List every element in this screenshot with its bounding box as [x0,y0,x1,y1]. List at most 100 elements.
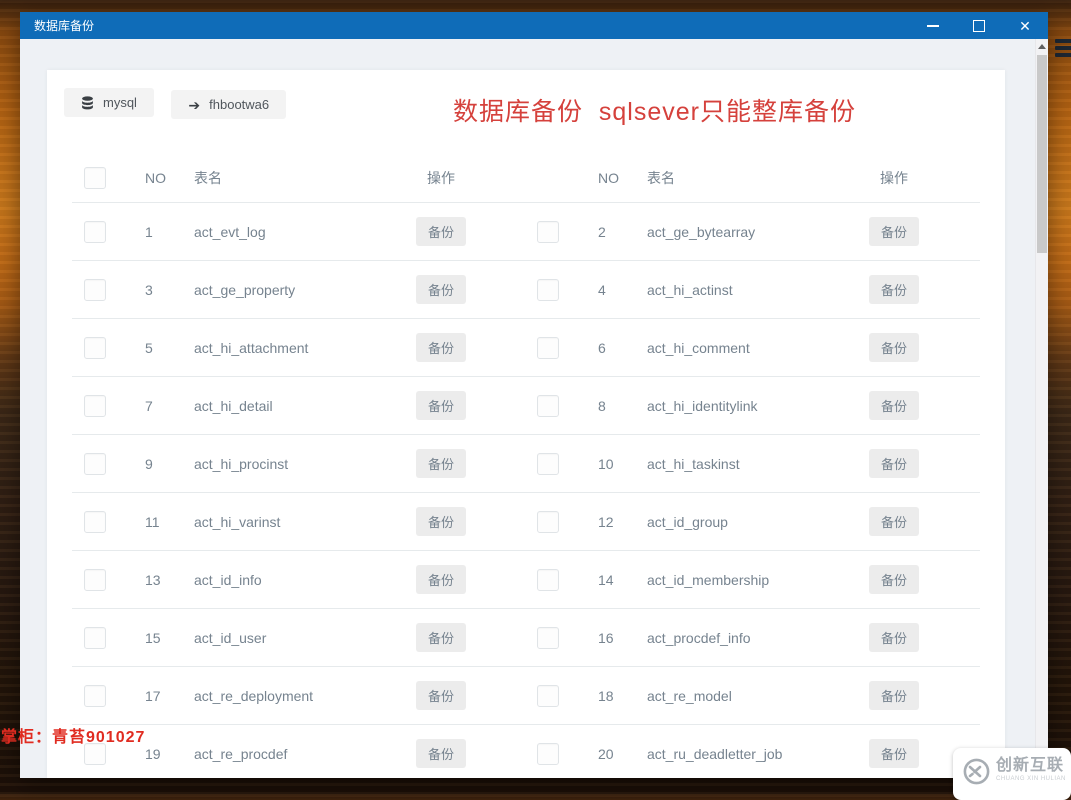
select-all-checkbox[interactable] [84,166,106,189]
desktop-menu-icon[interactable] [1055,39,1071,59]
seller-watermark: 掌柜：青苔901027 [1,729,146,746]
row-no-left: 19 [145,745,161,762]
header-no-left: NO [145,169,166,186]
database-backup-window: 数据库备份 ✕ mysql ➔ fhbootwa6 数据库备份 sqlsever… [20,12,1048,778]
row-no-left: 3 [145,281,153,298]
backup-button-right[interactable]: 备份 [868,275,919,304]
row-checkbox-left[interactable] [84,278,106,301]
row-table-name-right: act_hi_taskinst [647,455,740,472]
row-checkbox-left[interactable] [84,684,106,707]
target-db-button-label: fhbootwa6 [209,97,270,112]
row-table-name-left: act_id_info [194,571,262,588]
row-no-right: 4 [598,281,606,298]
backup-button-right[interactable]: 备份 [868,449,919,478]
backup-button-left[interactable]: 备份 [415,391,466,420]
row-checkbox-left[interactable] [84,510,106,533]
target-db-button[interactable]: ➔ fhbootwa6 [171,90,287,119]
backup-button-left[interactable]: 备份 [415,623,466,652]
scroll-up-button[interactable] [1036,39,1048,53]
table-row: 1 act_evt_log 备份 2 act_ge_bytearray 备份 [72,203,980,261]
row-checkbox-right[interactable] [537,510,559,533]
row-table-name-left: act_evt_log [194,223,266,240]
window-title: 数据库备份 [34,19,95,33]
row-checkbox-right[interactable] [537,278,559,301]
row-table-name-left: act_hi_varinst [194,513,281,530]
row-table-name-left: act_hi_procinst [194,455,289,472]
toolbar: mysql ➔ fhbootwa6 数据库备份 sqlsever只能整库备份 [47,70,1005,126]
vertical-scrollbar[interactable] [1035,39,1048,778]
scrollbar-thumb[interactable] [1037,55,1047,253]
backup-button-left[interactable]: 备份 [415,565,466,594]
backup-table: NO 表名 操作 NO 表名 操作 1 act_evt_log 备份 2 act… [72,153,980,778]
table-row: 5 act_hi_attachment 备份 6 act_hi_comment … [72,319,980,377]
row-table-name-left: act_hi_detail [194,397,273,414]
mysql-button[interactable]: mysql [64,88,154,117]
backup-button-right[interactable]: 备份 [868,391,919,420]
backup-button-left[interactable]: 备份 [415,449,466,478]
row-checkbox-right[interactable] [537,336,559,359]
mysql-button-label: mysql [103,95,137,110]
backup-button-left[interactable]: 备份 [415,275,466,304]
row-no-left: 17 [145,687,161,704]
backup-button-right[interactable]: 备份 [868,217,919,246]
table-row: 3 act_ge_property 备份 4 act_hi_actinst 备份 [72,261,980,319]
backup-button-right[interactable]: 备份 [868,507,919,536]
row-table-name-left: act_re_procdef [194,745,288,762]
minimize-button[interactable] [910,12,956,39]
backup-button-left[interactable]: 备份 [415,507,466,536]
row-table-name-right: act_procdef_info [647,629,751,646]
row-table-name-right: act_ru_deadletter_job [647,745,783,762]
backup-button-left[interactable]: 备份 [415,739,466,768]
row-checkbox-left[interactable] [84,626,106,649]
header-no-right: NO [598,169,619,186]
backup-button-right[interactable]: 备份 [868,623,919,652]
row-table-name-left: act_id_user [194,629,267,646]
row-no-right: 6 [598,339,606,356]
window-content: mysql ➔ fhbootwa6 数据库备份 sqlsever只能整库备份 N… [20,39,1048,778]
table-body: 1 act_evt_log 备份 2 act_ge_bytearray 备份 3… [72,203,980,778]
row-table-name-left: act_ge_property [194,281,296,298]
row-table-name-right: act_hi_comment [647,339,750,356]
row-table-name-right: act_hi_actinst [647,281,733,298]
backup-button-right[interactable]: 备份 [868,681,919,710]
backup-button-right[interactable]: 备份 [868,565,919,594]
row-no-left: 11 [145,513,160,530]
row-checkbox-left[interactable] [84,568,106,591]
table-row: 11 act_hi_varinst 备份 12 act_id_group 备份 [72,493,980,551]
row-checkbox-right[interactable] [537,452,559,475]
brand-name: 创新互联 [996,757,1065,774]
row-no-right: 8 [598,397,606,414]
backup-button-left[interactable]: 备份 [415,681,466,710]
brand-watermark: 创新互联 CHUANG XIN HULIAN [953,748,1071,800]
row-checkbox-left[interactable] [84,220,106,243]
table-row: 9 act_hi_procinst 备份 10 act_hi_taskinst … [72,435,980,493]
row-checkbox-right[interactable] [537,394,559,417]
row-checkbox-right[interactable] [537,626,559,649]
row-checkbox-right[interactable] [537,220,559,243]
row-no-right: 2 [598,223,606,240]
titlebar[interactable]: 数据库备份 ✕ [20,12,1048,39]
row-checkbox-right[interactable] [537,684,559,707]
close-icon: ✕ [1019,17,1031,34]
row-checkbox-left[interactable] [84,394,106,417]
backup-button-left[interactable]: 备份 [415,217,466,246]
maximize-button[interactable] [956,12,1002,39]
table-header-row: NO 表名 操作 NO 表名 操作 [72,153,980,203]
row-checkbox-left[interactable] [84,336,106,359]
backup-button-right[interactable]: 备份 [868,739,919,768]
page-heading: 数据库备份 sqlsever只能整库备份 [453,98,856,126]
maximize-icon [973,19,985,32]
arrow-right-icon: ➔ [188,96,201,113]
row-checkbox-left[interactable] [84,452,106,475]
row-no-right: 20 [598,745,614,762]
row-checkbox-right[interactable] [537,742,559,765]
row-checkbox-right[interactable] [537,568,559,591]
table-row: 19 act_re_procdef 备份 20 act_ru_deadlette… [72,725,980,778]
backup-button-right[interactable]: 备份 [868,333,919,362]
row-no-left: 13 [145,571,161,588]
row-no-right: 12 [598,513,614,530]
close-button[interactable]: ✕ [1002,12,1048,39]
row-no-left: 9 [145,455,153,472]
row-no-right: 14 [598,571,614,588]
backup-button-left[interactable]: 备份 [415,333,466,362]
